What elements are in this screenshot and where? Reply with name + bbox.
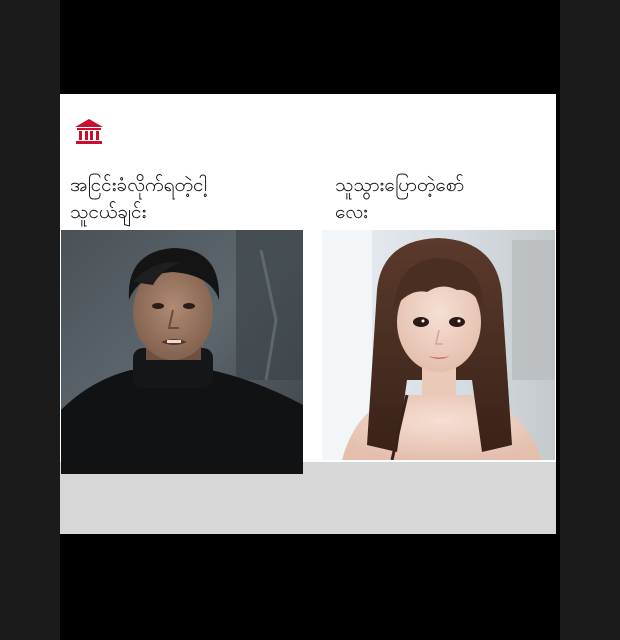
left-caption-line-1: အငြင်းခံလိုက်ရတဲ့ငါ့ [70, 174, 207, 196]
bank-icon [74, 118, 104, 146]
right-caption-line-1: သူသွားပြောတဲ့စော် [335, 174, 465, 196]
right-caption: သူသွားပြောတဲ့စော် လေး [335, 172, 550, 226]
right-letterbox [560, 0, 620, 640]
meme-card: အငြင်းခံလိုက်ရတဲ့ငါ့ သူငယ်ချင်း သူသွားပြ… [60, 94, 556, 534]
left-letterbox [0, 0, 60, 640]
photo-young-woman [322, 230, 555, 460]
left-caption: အငြင်းခံလိုက်ရတဲ့ငါ့ သူငယ်ချင်း [70, 172, 300, 226]
screen: အငြင်းခံလိုက်ရတဲ့ငါ့ သူငယ်ချင်း သူသွားပြ… [0, 0, 620, 640]
left-caption-line-2: သူငယ်ချင်း [70, 201, 147, 223]
photo-young-man [61, 230, 303, 474]
right-caption-line-2: လေး [335, 201, 368, 223]
